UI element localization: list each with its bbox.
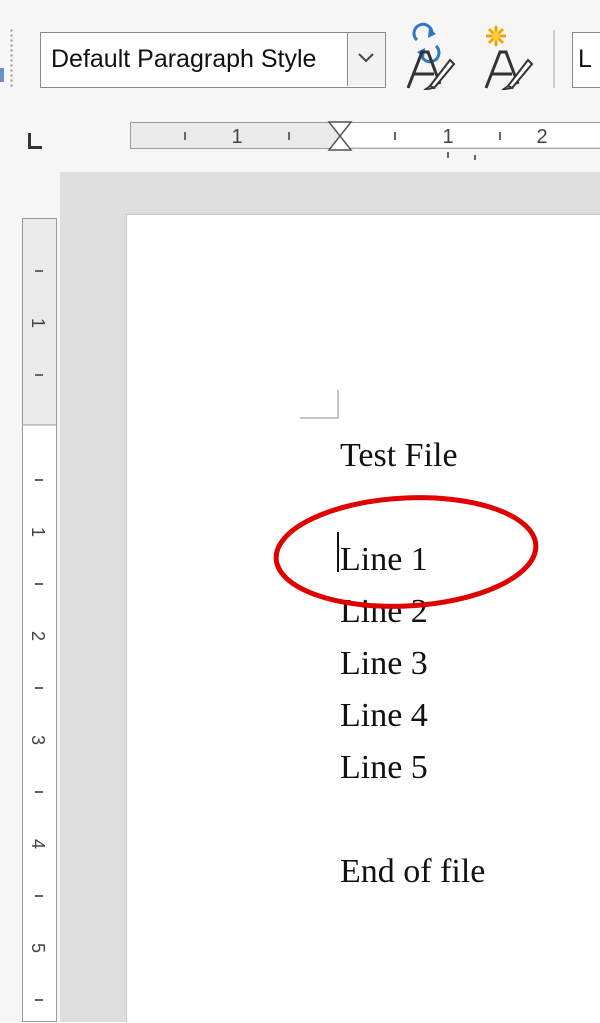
ruler-label: 2	[536, 126, 547, 148]
chevron-down-icon	[358, 53, 374, 63]
ruler-label: 5	[28, 943, 48, 953]
paragraph-style-value[interactable]: Default Paragraph Style	[51, 33, 316, 86]
new-style-icon[interactable]	[480, 22, 534, 91]
document-title-line[interactable]: Test File	[340, 430, 590, 482]
ruler-label: 1	[28, 527, 48, 537]
toolbar-edge-mark	[0, 68, 4, 82]
document-end-line[interactable]: End of file	[340, 846, 590, 898]
ruler-label: 4	[28, 839, 48, 849]
font-name-value[interactable]: L	[578, 33, 592, 86]
toolbar-grip-handle[interactable]	[9, 28, 14, 88]
horizontal-ruler[interactable]: 1 1 2	[130, 120, 600, 160]
document-line-5[interactable]: Line 5	[340, 742, 590, 794]
ruler-label: 1	[231, 126, 242, 148]
ruler-label: 1	[28, 318, 48, 328]
ruler-label: 2	[28, 631, 48, 641]
tab-stop-type-button[interactable]	[28, 133, 46, 149]
text-boundary-corner	[300, 390, 339, 419]
ruler-bar: 1 1 2	[0, 108, 600, 172]
document-line-4[interactable]: Line 4	[340, 690, 590, 742]
vertical-ruler[interactable]: 1 1 2 3 4 5	[20, 218, 60, 1022]
document-line-3[interactable]: Line 3	[340, 638, 590, 690]
toolbar-separator	[553, 30, 555, 88]
update-style-icon[interactable]	[402, 22, 456, 91]
red-highlight-ellipse	[273, 495, 539, 609]
paragraph-style-dropdown[interactable]: Default Paragraph Style	[40, 32, 386, 88]
font-name-dropdown[interactable]: L	[572, 32, 600, 88]
paragraph-style-dropdown-button[interactable]	[347, 33, 385, 86]
blank-line[interactable]	[340, 794, 590, 846]
formatting-toolbar: Default Paragraph Style L	[0, 0, 600, 108]
ruler-label: 1	[442, 126, 453, 148]
ruler-label: 3	[28, 735, 48, 745]
